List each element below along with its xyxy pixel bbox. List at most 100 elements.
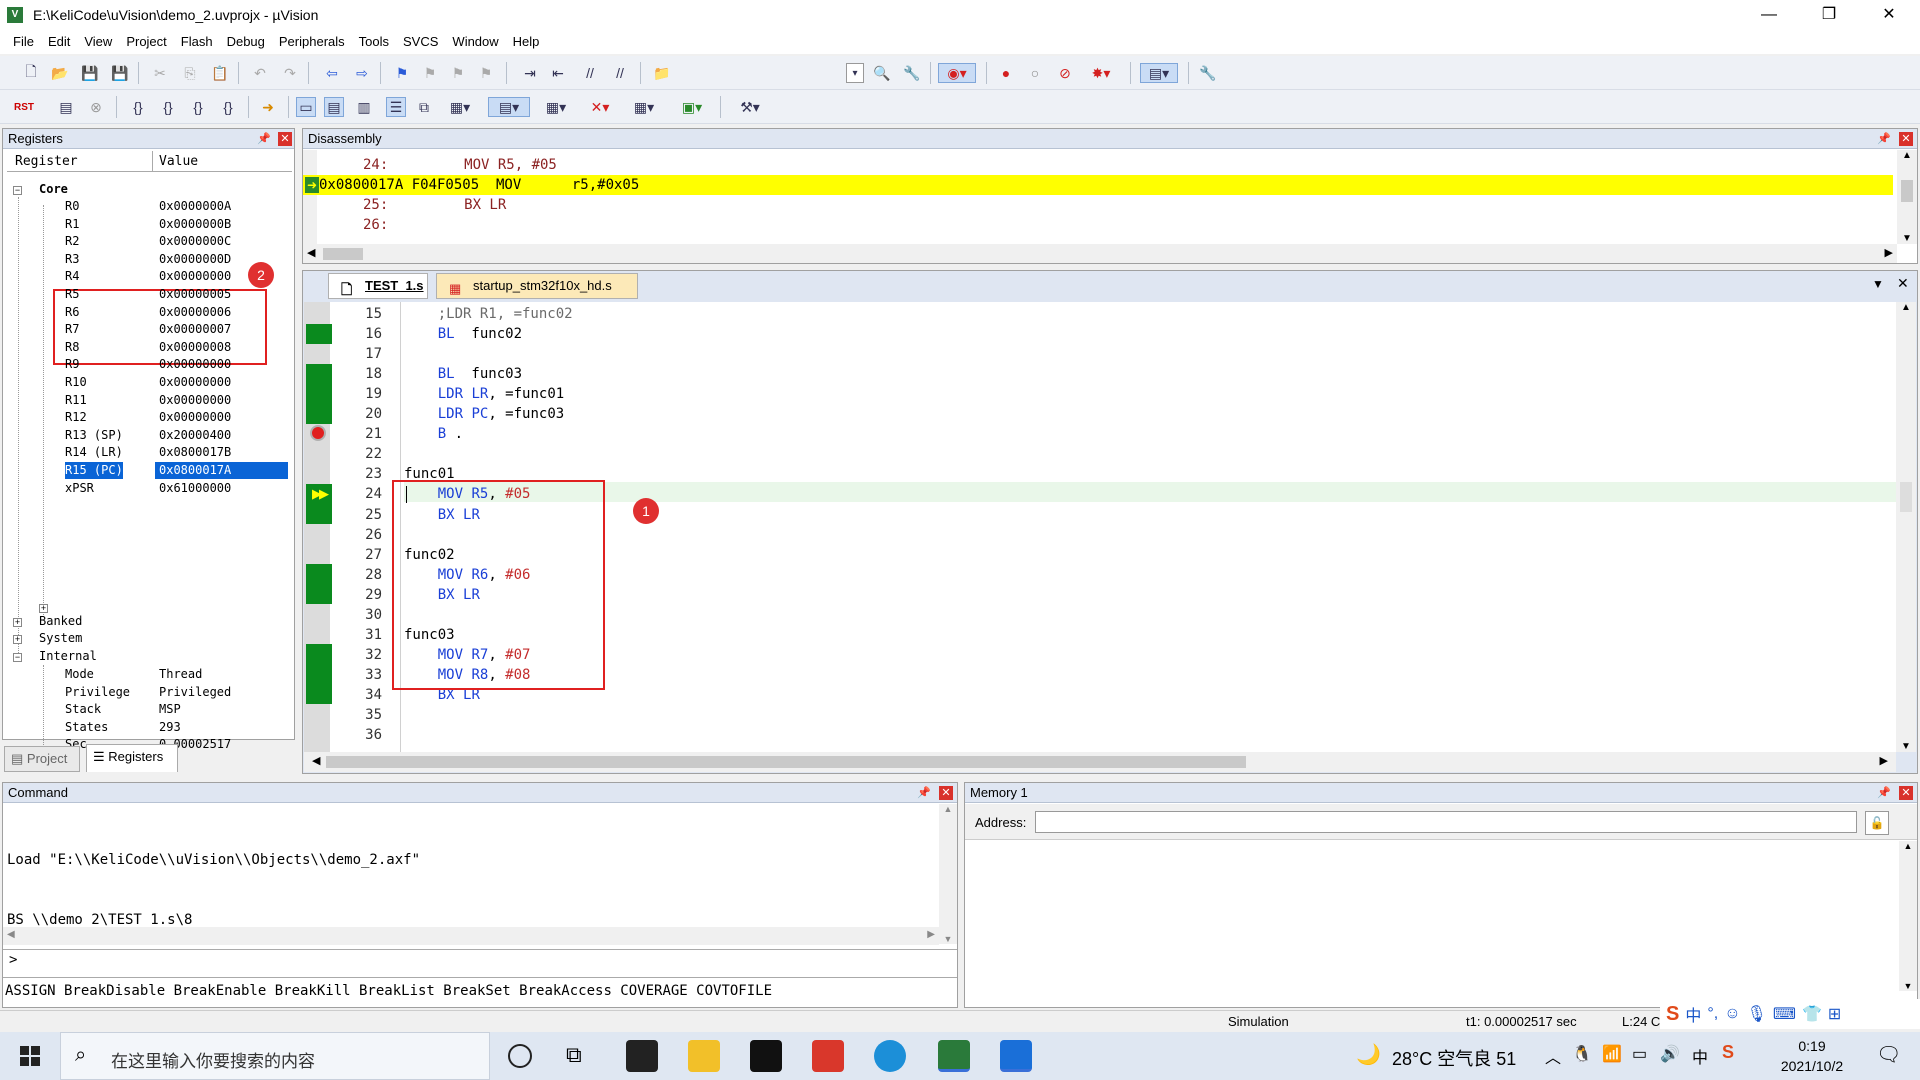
register-row-r3[interactable]: R3 0x0000000D <box>7 251 292 268</box>
qq-icon[interactable]: 🐧 <box>1572 1044 1592 1064</box>
command-vscroll[interactable]: ▲ ▼ <box>939 804 957 944</box>
next-bookmark-icon[interactable]: ⚑ <box>448 63 468 83</box>
register-row-r15[interactable]: R15 (PC) 0x0800017A <box>7 462 292 479</box>
reset-icon[interactable]: RST <box>14 97 34 117</box>
code-line[interactable]: 22 <box>305 444 1900 464</box>
bookmark-icon[interactable]: ⚑ <box>392 63 412 83</box>
code-line[interactable]: 15 ;LDR R1, =func02 <box>305 304 1900 324</box>
register-value[interactable]: 0x0000000A <box>159 198 231 215</box>
column-register[interactable]: Register <box>7 151 153 172</box>
register-row-xpsr[interactable]: xPSR 0x61000000 <box>7 480 292 497</box>
uncomment-icon[interactable]: // <box>610 63 630 83</box>
tree-core[interactable]: Core <box>7 181 292 198</box>
pin-icon[interactable]: 📌 <box>1877 786 1891 800</box>
pin-icon[interactable]: 📌 <box>257 132 271 146</box>
internal-row-mode[interactable]: Mode Thread <box>7 666 292 683</box>
menu-svcs[interactable]: SVCS <box>396 30 445 54</box>
close-panel-icon[interactable]: ✕ <box>278 132 292 146</box>
indent-icon[interactable]: ⇥ <box>520 63 540 83</box>
register-row-r1[interactable]: R1 0x0000000B <box>7 216 292 233</box>
call-stack-icon[interactable]: ⧉ <box>414 97 434 117</box>
command-hscroll[interactable]: ◀ ▶ <box>3 927 939 945</box>
tree-banked[interactable]: Banked <box>7 613 292 630</box>
menu-help[interactable]: Help <box>506 30 547 54</box>
code-line[interactable]: 21 B . <box>305 424 1900 444</box>
code-line[interactable]: 19 LDR LR, =func01 <box>305 384 1900 404</box>
find-in-files-icon[interactable]: 📁 <box>652 63 672 83</box>
file-explorer-icon[interactable] <box>688 1040 720 1072</box>
disasm-source-line[interactable]: 26: <box>319 215 1892 235</box>
open-file-icon[interactable]: 📂 <box>50 63 70 83</box>
uvision-taskbar-icon[interactable] <box>938 1040 970 1072</box>
volume-icon[interactable]: 🔊 <box>1660 1044 1680 1064</box>
incremental-find-icon[interactable]: 🔍 <box>872 63 892 83</box>
close-panel-icon[interactable]: ✕ <box>1899 786 1913 800</box>
close-window-button[interactable]: ✕ <box>1860 0 1918 30</box>
show-next-statement-icon[interactable]: ➜ <box>258 97 278 117</box>
disable-breakpoints-icon[interactable]: ⊘ <box>1055 63 1075 83</box>
register-value[interactable]: 0x0000000B <box>159 216 231 233</box>
tab-startup-file[interactable]: ▦ startup_stm32f10x_hd.s <box>436 273 638 299</box>
disassembly-window-icon[interactable]: ▤ <box>324 97 344 117</box>
disassembly-hscroll[interactable]: ◀ ▶ <box>303 244 1897 263</box>
register-value[interactable]: 0x61000000 <box>159 480 231 497</box>
internal-row-privilege[interactable]: Privilege Privileged <box>7 684 292 701</box>
trace-window-icon[interactable]: ▦▾ <box>628 97 660 117</box>
register-row-r5[interactable]: R5 0x00000005 <box>7 286 292 303</box>
tree-internal[interactable]: Internal <box>7 648 292 665</box>
register-value[interactable]: 0x00000000 <box>159 356 231 373</box>
new-file-icon[interactable]: 🗋 <box>21 63 41 83</box>
menu-project[interactable]: Project <box>119 30 173 54</box>
wps-icon[interactable] <box>812 1040 844 1072</box>
paste-icon[interactable]: 📋 <box>210 63 230 83</box>
cut-icon[interactable]: ✂ <box>150 63 170 83</box>
register-row-r13[interactable]: R13 (SP) 0x20000400 <box>7 427 292 444</box>
navigate-back-icon[interactable]: ⇦ <box>322 63 342 83</box>
disasm-instruction-line[interactable]: 0x0800017A F04F0505 MOV r5,#0x05 <box>319 175 1892 195</box>
minimize-button[interactable]: — <box>1740 0 1798 30</box>
toolbox-icon[interactable]: ⚒▾ <box>732 97 768 117</box>
analysis-window-icon[interactable]: ✕▾ <box>584 97 616 117</box>
code-line[interactable]: 35 <box>305 705 1900 725</box>
lock-icon[interactable]: 🔓 <box>1865 811 1889 835</box>
register-value[interactable]: 0x00000008 <box>159 339 231 356</box>
mysql-icon[interactable] <box>750 1040 782 1072</box>
prev-bookmark-icon[interactable]: ⚑ <box>420 63 440 83</box>
pin-icon[interactable]: 📌 <box>1877 132 1891 146</box>
register-value[interactable]: 0x00000005 <box>159 286 231 303</box>
undo-icon[interactable]: ↶ <box>250 63 270 83</box>
code-line[interactable]: 36 <box>305 725 1900 745</box>
register-row-r6[interactable]: R6 0x00000006 <box>7 304 292 321</box>
register-row-r9[interactable]: R9 0x00000000 <box>7 356 292 373</box>
register-value[interactable]: 0x00000000 <box>159 268 231 285</box>
cortana-icon[interactable] <box>508 1044 532 1068</box>
start-stop-debug-icon[interactable]: ◉▾ <box>938 63 976 83</box>
register-row-r0[interactable]: R0 0x0000000A <box>7 198 292 215</box>
register-value[interactable]: 0x0000000C <box>159 233 231 250</box>
stop-icon[interactable]: ⊗ <box>86 97 106 117</box>
register-value[interactable]: 0x0800017B <box>159 444 231 461</box>
notification-icon[interactable]: 🗨 <box>1876 1042 1901 1067</box>
expand-xpsr-icon[interactable]: + <box>39 604 48 613</box>
internal-row-states[interactable]: States 293 <box>7 719 292 736</box>
step-over-icon[interactable]: {} <box>158 97 178 117</box>
register-value[interactable]: 0x00000006 <box>159 304 231 321</box>
insert-breakpoint-icon[interactable]: ● <box>996 63 1016 83</box>
register-row-r11[interactable]: R11 0x00000000 <box>7 392 292 409</box>
symbols-window-icon[interactable]: ▥ <box>354 97 374 117</box>
registers-window-icon[interactable]: ☰ <box>386 97 406 117</box>
disassembly-vscroll[interactable]: ▲ ▼ <box>1897 150 1917 244</box>
menu-flash[interactable]: Flash <box>174 30 220 54</box>
clear-bookmarks-icon[interactable]: ⚑ <box>476 63 496 83</box>
restore-button[interactable]: ❐ <box>1800 0 1858 30</box>
ime-language-icon[interactable]: 中 <box>1692 1044 1708 1068</box>
sogou-tray-icon[interactable]: S <box>1722 1042 1734 1063</box>
tab-test-1-s[interactable]: 🗋 TEST_1.s <box>328 273 428 299</box>
save-icon[interactable]: 💾 <box>80 63 100 83</box>
editor-vscroll[interactable]: ▲ ▼ <box>1896 302 1916 752</box>
phone-app-icon[interactable] <box>1000 1040 1032 1072</box>
menu-tools[interactable]: Tools <box>352 30 396 54</box>
enable-breakpoint-icon[interactable]: ○ <box>1025 63 1045 83</box>
close-panel-icon[interactable]: ✕ <box>939 786 953 800</box>
register-row-r7[interactable]: R7 0x00000007 <box>7 321 292 338</box>
